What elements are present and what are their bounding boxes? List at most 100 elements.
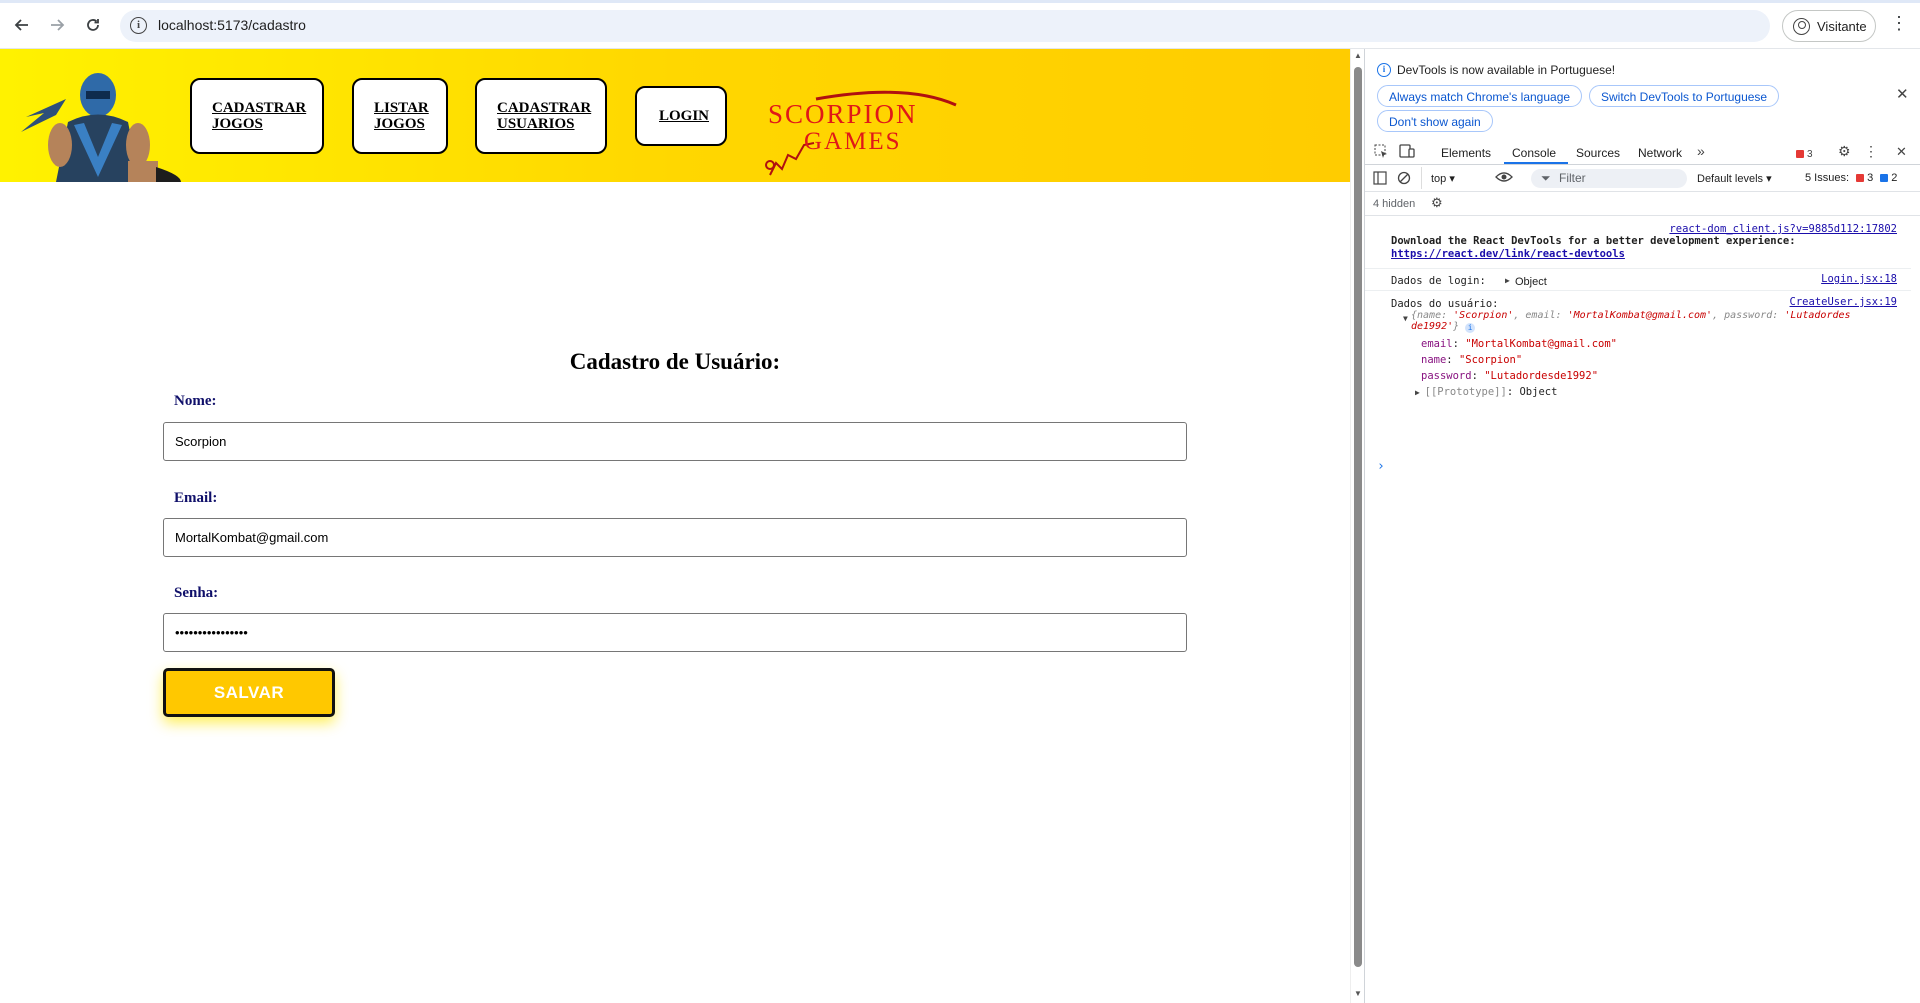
- profile-icon: [1793, 18, 1810, 35]
- browser-toolbar: i localhost:5173/cadastro Visitante ⋮: [0, 0, 1920, 49]
- page-scrollbar[interactable]: ▲ ▼: [1350, 49, 1364, 1003]
- ninja-character-image: [21, 73, 181, 182]
- console-message-user-data: Dados do usuário: CreateUser.jsx:19 ▼ {n…: [1365, 292, 1911, 402]
- console-settings-icon[interactable]: ⚙: [1431, 195, 1443, 211]
- console-message-login: Dados de login: ▶ Object Login.jsx:18: [1365, 269, 1911, 291]
- tab-console[interactable]: Console: [1512, 146, 1556, 160]
- issues-error-count[interactable]: 3: [1867, 172, 1873, 184]
- reload-icon[interactable]: [80, 12, 106, 38]
- clear-console-icon[interactable]: [1397, 171, 1411, 188]
- context-label[interactable]: top: [1431, 173, 1446, 185]
- nav-cadastrar-jogos-button[interactable]: CADASTRAR JOGOS: [190, 78, 324, 154]
- nav-cadastrar-usuarios-line2[interactable]: USUARIOS: [497, 116, 605, 132]
- console-text: Download the React DevTools for a better…: [1391, 235, 1796, 247]
- issues-info-count[interactable]: 2: [1891, 172, 1897, 184]
- match-language-button[interactable]: Always match Chrome's language: [1377, 85, 1583, 107]
- switch-language-button[interactable]: Switch DevTools to Portuguese: [1589, 85, 1780, 107]
- name-label: Nome:: [174, 393, 217, 409]
- password-field[interactable]: ••••••••••••••••: [163, 613, 1187, 652]
- save-button[interactable]: SALVAR: [163, 668, 335, 717]
- language-infobar: i DevTools is now available in Portugues…: [1365, 49, 1920, 139]
- console-message-react-devtools: react-dom_client.js?v=9885d112:17802 Dow…: [1365, 223, 1911, 269]
- nav-listar-jogos-line2[interactable]: JOGOS: [374, 116, 446, 132]
- tab-sources[interactable]: Sources: [1576, 146, 1620, 160]
- issues-counter[interactable]: 5 Issues: 3 2: [1805, 172, 1897, 184]
- scrollbar-thumb[interactable]: [1354, 67, 1362, 967]
- hidden-count: 4 hidden: [1373, 198, 1416, 210]
- react-devtools-link[interactable]: https://react.dev/link/react-devtools: [1391, 248, 1625, 260]
- sidebar-toggle-icon[interactable]: [1373, 171, 1387, 188]
- nav-cadastrar-usuarios-button[interactable]: CADASTRAR USUARIOS: [475, 78, 607, 154]
- back-icon[interactable]: [9, 12, 35, 38]
- form-title: Cadastro de Usuário:: [569, 349, 781, 374]
- toolbar-divider: [1421, 167, 1422, 189]
- nav-listar-jogos-button[interactable]: LISTAR JOGOS: [352, 78, 448, 154]
- source-link[interactable]: react-dom_client.js?v=9885d112:17802: [1669, 223, 1897, 235]
- forward-icon[interactable]: [44, 12, 70, 38]
- tab-network[interactable]: Network: [1638, 146, 1682, 160]
- issues-label[interactable]: 5 Issues:: [1805, 172, 1849, 184]
- context-selector[interactable]: top ▾: [1431, 172, 1455, 185]
- name-field[interactable]: Scorpion: [163, 422, 1187, 461]
- close-devtools-icon[interactable]: ✕: [1896, 144, 1907, 160]
- nav-login-line1[interactable]: LOGIN: [659, 108, 725, 124]
- email-field-value[interactable]: MortalKombat@gmail.com: [175, 530, 328, 545]
- info-icon: i: [1377, 63, 1391, 77]
- scroll-up-icon[interactable]: ▲: [1354, 51, 1362, 60]
- info-badge-icon: i: [1465, 323, 1476, 333]
- password-field-masked[interactable]: ••••••••••••••••: [175, 625, 248, 640]
- browser-menu-icon[interactable]: ⋮: [1890, 14, 1908, 32]
- filter-icon: ⏷: [1541, 171, 1551, 185]
- log-levels-dropdown[interactable]: Default levels ▾: [1697, 172, 1772, 185]
- email-field[interactable]: MortalKombat@gmail.com: [163, 518, 1187, 557]
- collapse-triangle-icon[interactable]: ▼: [1403, 314, 1408, 323]
- prop-password: password: "Lutadordesde1992": [1421, 370, 1599, 382]
- log-levels-label[interactable]: Default levels: [1697, 173, 1763, 185]
- console-toolbar: top ▾ ⏷ Filter Default levels ▾ 5 Issues…: [1365, 166, 1920, 192]
- infobar-message: DevTools is now available in Portuguese!: [1397, 63, 1616, 77]
- console-label: Dados do usuário:: [1391, 298, 1499, 310]
- prop-name: name: "Scorpion": [1421, 354, 1523, 366]
- site-info-icon[interactable]: i: [130, 17, 147, 34]
- url-text[interactable]: localhost:5173/cadastro: [158, 17, 306, 33]
- error-count-badge[interactable]: 3: [1796, 146, 1813, 160]
- source-link[interactable]: Login.jsx:18: [1821, 273, 1897, 285]
- devtools-tabbar: Elements Console Sources Network » 3 ⚙ ⋮…: [1365, 139, 1920, 165]
- svg-text:SCORPION: SCORPION: [768, 99, 918, 129]
- nav-cadastrar-jogos-line1[interactable]: CADASTRAR: [212, 100, 322, 116]
- filter-placeholder[interactable]: Filter: [1559, 171, 1586, 185]
- settings-gear-icon[interactable]: ⚙: [1838, 143, 1851, 160]
- nav-cadastrar-usuarios-line1[interactable]: CADASTRAR: [497, 100, 605, 116]
- svg-text:GAMES: GAMES: [804, 128, 902, 155]
- scroll-down-icon[interactable]: ▼: [1354, 989, 1362, 998]
- scorpion-games-logo: SCORPION GAMES: [765, 90, 957, 176]
- hidden-messages-bar: 4 hidden ⚙: [1365, 192, 1920, 216]
- name-field-value[interactable]: Scorpion: [175, 434, 226, 449]
- prop-email: email: "MortalKombat@gmail.com": [1421, 338, 1617, 350]
- expand-triangle-icon[interactable]: ▶: [1505, 276, 1510, 285]
- address-bar[interactable]: i localhost:5173/cadastro: [120, 10, 1770, 42]
- tab-strip: [0, 0, 1920, 3]
- object-preview[interactable]: {name: 'Scorpion', email: 'MortalKombat@…: [1411, 310, 1871, 333]
- close-infobar-icon[interactable]: ✕: [1896, 85, 1909, 103]
- device-toolbar-icon[interactable]: [1399, 144, 1415, 161]
- nav-cadastrar-jogos-line2[interactable]: JOGOS: [212, 116, 322, 132]
- object-label[interactable]: Object: [1515, 276, 1547, 288]
- console-filter-input[interactable]: ⏷ Filter: [1531, 169, 1687, 188]
- nav-listar-jogos-line1[interactable]: LISTAR: [374, 100, 446, 116]
- source-link[interactable]: CreateUser.jsx:19: [1790, 296, 1897, 308]
- console-label: Dados de login:: [1391, 275, 1486, 287]
- console-prompt-icon[interactable]: ›: [1377, 459, 1385, 474]
- profile-button[interactable]: Visitante: [1782, 10, 1876, 42]
- profile-label: Visitante: [1817, 19, 1867, 34]
- dont-show-again-button[interactable]: Don't show again: [1377, 110, 1493, 132]
- tab-elements[interactable]: Elements: [1441, 146, 1491, 160]
- live-expression-eye-icon[interactable]: [1495, 170, 1513, 187]
- prop-prototype[interactable]: ▶ [[Prototype]]: Object: [1415, 386, 1557, 398]
- nav-login-button[interactable]: LOGIN: [635, 86, 727, 146]
- inspect-element-icon[interactable]: [1374, 144, 1388, 161]
- site-header: CADASTRAR JOGOS LISTAR JOGOS CADASTRAR U…: [0, 49, 1350, 182]
- devtools-panel: i DevTools is now available in Portugues…: [1364, 49, 1920, 1003]
- more-tabs-icon[interactable]: »: [1697, 143, 1705, 159]
- devtools-menu-icon[interactable]: ⋮: [1864, 143, 1878, 160]
